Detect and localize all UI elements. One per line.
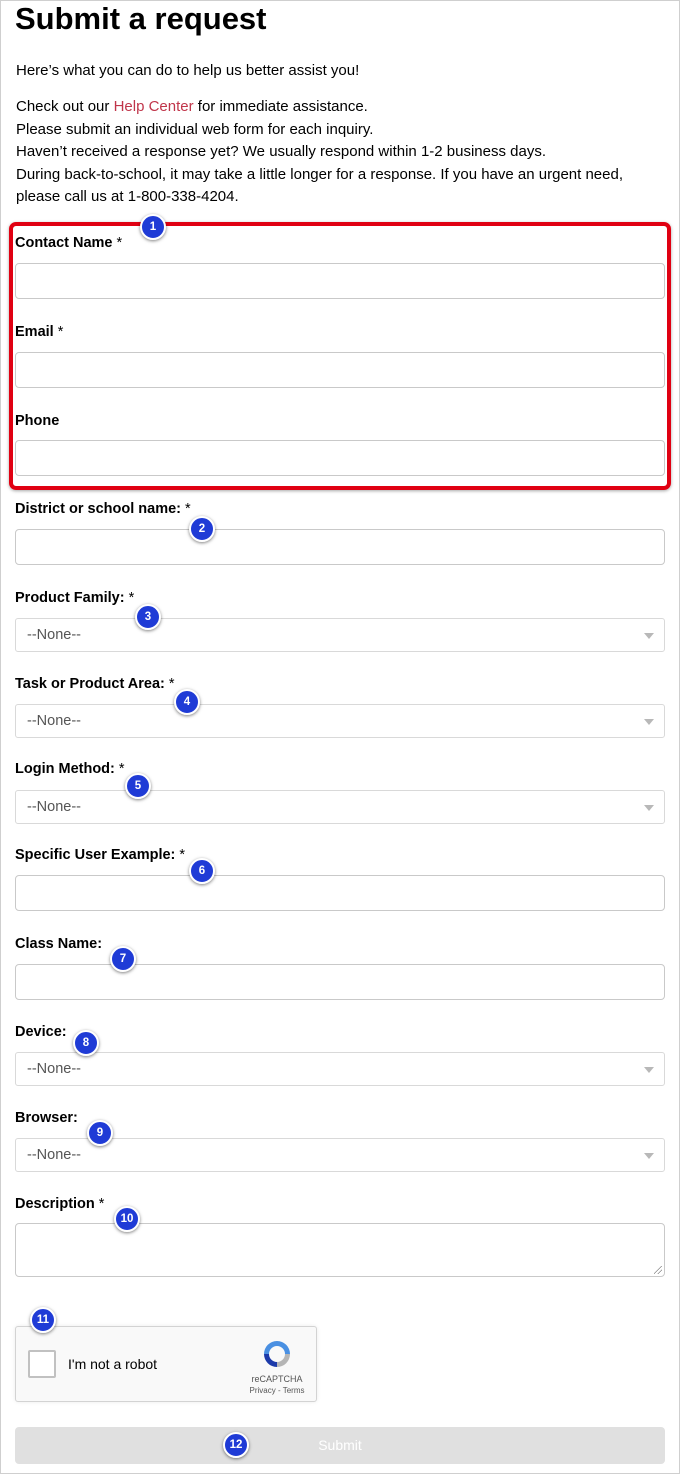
class-name-label-text: Class Name: bbox=[15, 936, 103, 952]
step-badge-2: 2 bbox=[189, 516, 215, 542]
product-family-label: Product Family: * bbox=[15, 590, 134, 606]
login-method-label: Login Method: * bbox=[15, 761, 125, 777]
info-line-2: Please submit an individual web form for… bbox=[16, 120, 374, 138]
login-method-label-text: Login Method: bbox=[15, 761, 115, 777]
class-name-input[interactable] bbox=[15, 964, 665, 1000]
recaptcha-widget: I'm not a robot reCAPTCHA Privacy - Term… bbox=[15, 1326, 317, 1402]
description-textarea[interactable] bbox=[15, 1223, 665, 1277]
district-input[interactable] bbox=[15, 529, 665, 565]
task-area-value: --None-- bbox=[27, 713, 81, 729]
recaptcha-links[interactable]: Privacy - Terms bbox=[242, 1386, 312, 1395]
required-mark: * bbox=[114, 761, 125, 777]
class-name-label: Class Name: bbox=[15, 936, 102, 952]
info-line-4: During back-to-school, it may take a lit… bbox=[16, 165, 624, 183]
step-badge-4: 4 bbox=[174, 689, 200, 715]
chevron-down-icon bbox=[644, 1153, 654, 1159]
user-example-input[interactable] bbox=[15, 875, 665, 911]
district-label-text: District or school name: bbox=[15, 501, 181, 517]
required-mark: * bbox=[164, 676, 175, 692]
chevron-down-icon bbox=[644, 805, 654, 811]
task-area-label: Task or Product Area: * bbox=[15, 676, 175, 692]
step-badge-5: 5 bbox=[125, 773, 151, 799]
browser-label-text: Browser: bbox=[15, 1110, 78, 1126]
contact-fields-highlight bbox=[9, 222, 671, 490]
step-badge-3: 3 bbox=[135, 604, 161, 630]
step-badge-11: 11 bbox=[30, 1307, 56, 1333]
info-line-5: please call us at 1-800-338-4204. bbox=[16, 188, 239, 205]
info-check-suffix: for immediate assistance. bbox=[193, 98, 368, 115]
recaptcha-checkbox[interactable] bbox=[28, 1350, 56, 1378]
browser-value: --None-- bbox=[27, 1147, 81, 1163]
info-line-3: Haven’t received a response yet? We usua… bbox=[16, 143, 547, 160]
recaptcha-logo-icon bbox=[264, 1341, 290, 1367]
product-family-label-text: Product Family: bbox=[15, 590, 125, 606]
step-badge-7: 7 bbox=[110, 946, 136, 972]
user-example-label: Specific User Example: * bbox=[15, 847, 185, 863]
step-badge-1: 1 bbox=[140, 214, 166, 240]
browser-select[interactable]: --None-- bbox=[15, 1138, 665, 1172]
device-select[interactable]: --None-- bbox=[15, 1052, 665, 1086]
required-mark: * bbox=[175, 847, 186, 863]
district-label: District or school name: * bbox=[15, 501, 191, 517]
device-value: --None-- bbox=[27, 1061, 81, 1077]
description-label: Description * bbox=[15, 1196, 104, 1212]
submit-button[interactable]: Submit bbox=[15, 1427, 665, 1464]
step-badge-12: 12 bbox=[223, 1432, 249, 1458]
resize-handle-icon[interactable] bbox=[654, 1266, 662, 1274]
info-check-prefix: Check out our bbox=[16, 98, 114, 115]
step-badge-10: 10 bbox=[114, 1206, 140, 1232]
recaptcha-label: I'm not a robot bbox=[68, 1356, 158, 1372]
required-mark: * bbox=[94, 1196, 105, 1212]
device-label-text: Device: bbox=[15, 1024, 67, 1040]
product-family-value: --None-- bbox=[27, 627, 81, 643]
step-badge-6: 6 bbox=[189, 858, 215, 884]
task-area-select[interactable]: --None-- bbox=[15, 704, 665, 738]
step-badge-9: 9 bbox=[87, 1120, 113, 1146]
step-badge-8: 8 bbox=[73, 1030, 99, 1056]
login-method-value: --None-- bbox=[27, 799, 81, 815]
required-mark: * bbox=[180, 501, 191, 517]
chevron-down-icon bbox=[644, 1067, 654, 1073]
user-example-label-text: Specific User Example: bbox=[15, 847, 176, 863]
product-family-select[interactable]: --None-- bbox=[15, 618, 665, 652]
required-mark: * bbox=[124, 590, 135, 606]
help-center-link[interactable]: Help Center bbox=[114, 98, 194, 115]
chevron-down-icon bbox=[644, 633, 654, 639]
browser-label: Browser: bbox=[15, 1110, 78, 1126]
intro-text: Here’s what you can do to help us better… bbox=[16, 62, 360, 79]
description-label-text: Description bbox=[15, 1196, 95, 1212]
chevron-down-icon bbox=[644, 719, 654, 725]
page-title: Submit a request bbox=[15, 1, 267, 36]
recaptcha-brand: reCAPTCHA bbox=[251, 1374, 303, 1384]
login-method-select[interactable]: --None-- bbox=[15, 790, 665, 824]
task-area-label-text: Task or Product Area: bbox=[15, 676, 165, 692]
device-label: Device: bbox=[15, 1024, 67, 1040]
info-text: Check out our Help Center for immediate … bbox=[16, 96, 623, 209]
